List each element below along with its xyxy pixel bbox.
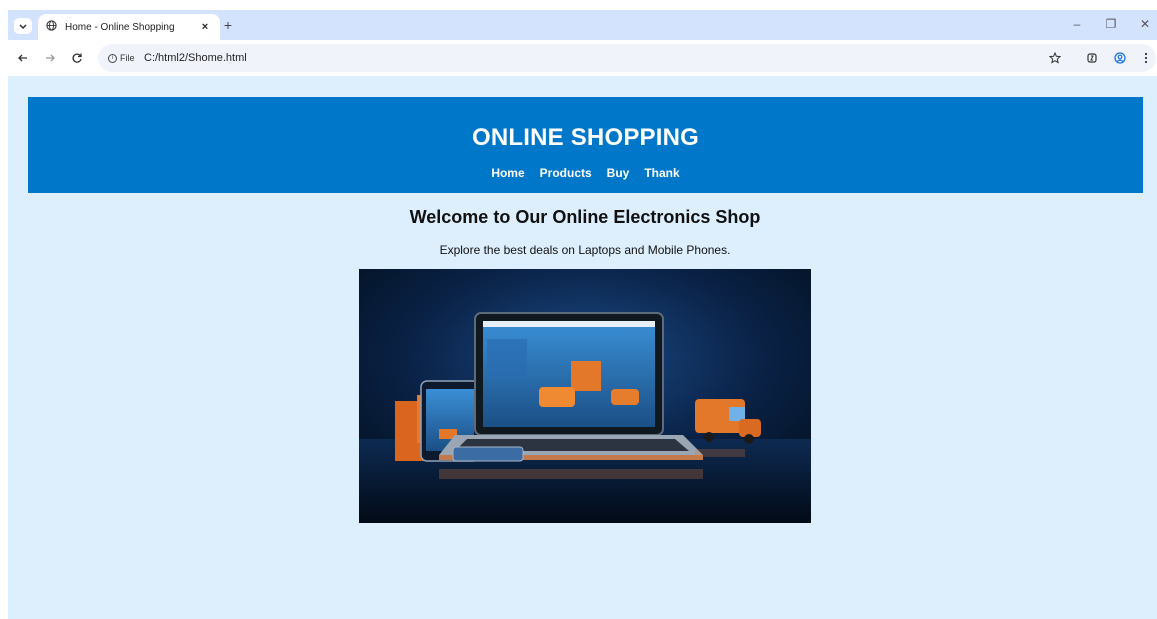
close-window-button[interactable]: ✕ [1138, 17, 1152, 31]
site-info-label: File [120, 53, 135, 63]
new-tab-button[interactable]: + [220, 17, 236, 33]
tab-title: Home - Online Shopping [65, 21, 175, 33]
globe-icon [46, 18, 57, 36]
nav-link-products[interactable]: Products [540, 166, 592, 180]
site-title: ONLINE SHOPPING [471, 124, 700, 151]
welcome-heading: Welcome to Our Online Electronics Shop [409, 207, 761, 227]
tab-active[interactable]: Home - Online Shopping × [38, 14, 220, 40]
tagline: Explore the best deals on Laptops and Mo… [439, 243, 731, 257]
browser-chrome: Home - Online Shopping × + – ❐ ✕ i File … [8, 10, 1157, 76]
nav-link-buy[interactable]: Buy [607, 166, 630, 180]
site-header: ONLINE SHOPPING Home Products Buy Thank [28, 97, 1143, 193]
star-icon[interactable] [1048, 51, 1062, 66]
restore-button[interactable]: ❐ [1104, 17, 1118, 31]
url-text[interactable]: C:/html2/Shome.html [144, 52, 247, 64]
arrow-left-icon[interactable] [16, 52, 30, 66]
address-bar[interactable]: i File C:/html2/Shome.html [98, 44, 1156, 72]
nav-link-home[interactable]: Home [491, 166, 524, 180]
tab-close-button[interactable]: × [198, 21, 212, 33]
more-vertical-icon[interactable] [1139, 52, 1153, 66]
profile-icon[interactable] [1113, 52, 1127, 66]
browser-toolbar: i File C:/html2/Shome.html [8, 40, 1157, 76]
tab-strip: Home - Online Shopping × + – ❐ ✕ [8, 10, 1157, 40]
site-info-button[interactable]: i File [104, 49, 139, 67]
tab-search-button[interactable] [14, 18, 32, 34]
main-nav: Home Products Buy Thank [28, 166, 1143, 180]
hero-image [359, 269, 811, 523]
nav-link-thank[interactable]: Thank [644, 166, 679, 180]
chevron-down-icon [19, 17, 27, 35]
reload-icon[interactable] [70, 52, 84, 66]
info-icon: i [108, 53, 117, 63]
page-viewport: ONLINE SHOPPING Home Products Buy Thank … [8, 76, 1157, 619]
puzzle-icon[interactable] [1085, 52, 1099, 66]
minimize-button[interactable]: – [1070, 17, 1084, 31]
arrow-right-icon[interactable] [43, 52, 57, 66]
